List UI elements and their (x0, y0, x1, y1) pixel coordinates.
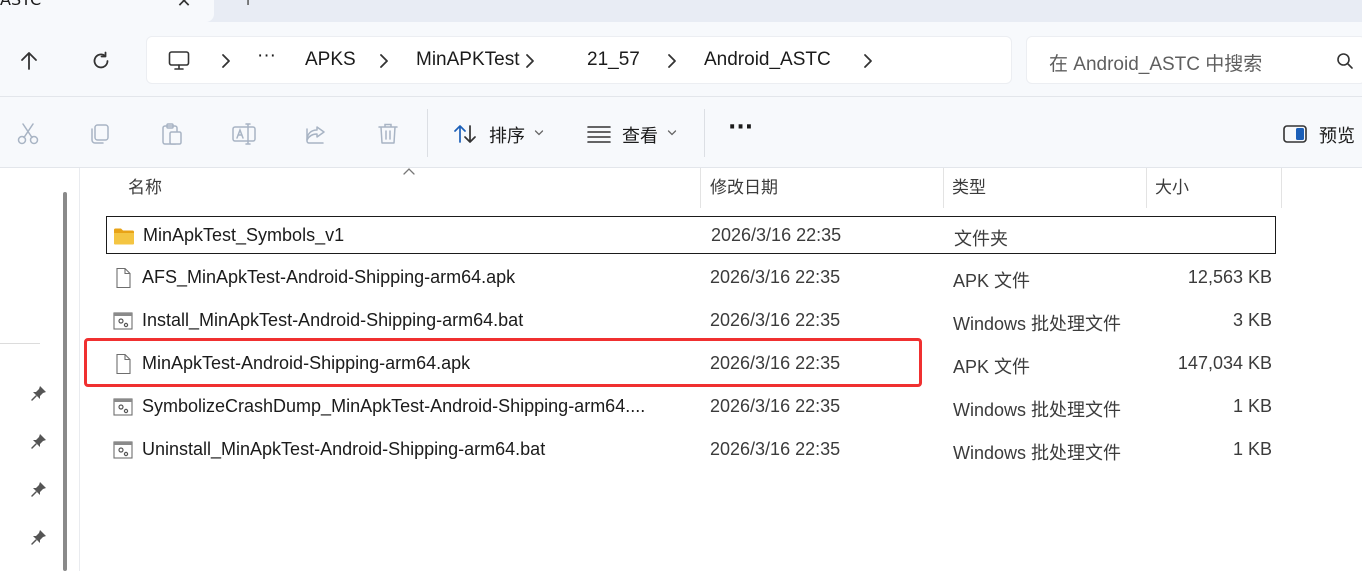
pin-icon[interactable] (30, 480, 48, 498)
command-bar: 排序 查看 ··· 预览 (0, 96, 1362, 168)
breadcrumb-item-minapktest[interactable]: MinAPKTest (416, 49, 519, 71)
file-type: APK 文件 (953, 357, 1031, 377)
sort-icon (454, 125, 476, 143)
file-name: MinApkTest_Symbols_v1 (143, 225, 345, 245)
batch-file-icon (113, 312, 133, 330)
chevron-right-icon[interactable] (219, 52, 233, 70)
refresh-icon (93, 51, 109, 69)
search-box[interactable]: 在 Android_ASTC 中搜索 (1026, 36, 1362, 84)
file-date: 2026/3/16 22:35 (710, 310, 841, 330)
pin-icon[interactable] (30, 432, 48, 450)
copy-icon[interactable] (87, 121, 113, 147)
file-icon (116, 353, 131, 375)
file-date: 2026/3/16 22:35 (710, 439, 841, 459)
sort-label: 排序 (489, 126, 525, 147)
file-type: Windows 批处理文件 (953, 443, 1122, 463)
breadcrumb-item-apks[interactable]: APKS (305, 49, 356, 71)
view-list-icon (587, 126, 611, 143)
preview-button[interactable]: 预览 (1278, 97, 1362, 169)
breadcrumb-item-android-astc[interactable]: Android_ASTC (704, 49, 831, 71)
column-header-date[interactable]: 修改日期 (702, 168, 942, 208)
file-size: 12,563 KB (1187, 267, 1272, 287)
arrow-up-icon (21, 52, 37, 70)
cut-icon[interactable] (15, 121, 41, 147)
pin-icon[interactable] (30, 384, 48, 402)
file-icon (116, 267, 131, 289)
toolbar-divider (427, 109, 428, 157)
share-icon[interactable] (303, 121, 329, 147)
file-size: 1 KB (1232, 439, 1272, 459)
rename-icon[interactable] (231, 121, 257, 147)
file-explorer-window: ASTC ✕ + ··· APKS (0, 0, 1362, 571)
chevron-down-icon (667, 130, 677, 136)
file-name: SymbolizeCrashDump_MinApkTest-Android-Sh… (142, 396, 646, 416)
tab-title: ASTC (0, 0, 41, 9)
more-options-button[interactable]: ··· (728, 115, 753, 140)
preview-pane-icon (1283, 125, 1307, 143)
file-name: Uninstall_MinApkTest-Android-Shipping-ar… (142, 439, 546, 459)
breadcrumb-item-21-57[interactable]: 21_57 (587, 49, 640, 71)
column-header-type[interactable]: 类型 (944, 168, 1144, 208)
file-row[interactable]: Install_MinApkTest-Android-Shipping-arm6… (106, 302, 1276, 340)
pin-icon[interactable] (30, 528, 48, 546)
computer-icon[interactable] (167, 49, 191, 73)
file-size: 1 KB (1232, 396, 1272, 416)
file-type: Windows 批处理文件 (953, 400, 1122, 420)
file-row[interactable]: MinApkTest-Android-Shipping-arm64.apk 20… (106, 345, 1276, 383)
file-type: APK 文件 (953, 271, 1031, 291)
chevron-right-icon[interactable] (377, 52, 391, 70)
file-size: 147,034 KB (1177, 353, 1272, 373)
file-row[interactable]: Uninstall_MinApkTest-Android-Shipping-ar… (106, 431, 1276, 469)
view-button[interactable]: 查看 (584, 97, 684, 169)
search-input[interactable]: 在 Android_ASTC 中搜索 (1049, 49, 1262, 76)
file-row[interactable]: SymbolizeCrashDump_MinApkTest-Android-Sh… (106, 388, 1276, 426)
preview-label: 预览 (1319, 126, 1355, 147)
file-date: 2026/3/16 22:35 (711, 225, 842, 245)
batch-file-icon (113, 398, 133, 416)
file-size: 3 KB (1232, 310, 1272, 330)
column-header-size[interactable]: 大小 (1147, 168, 1281, 208)
search-icon[interactable] (1335, 51, 1355, 71)
file-date: 2026/3/16 22:35 (710, 396, 841, 416)
file-name: Install_MinApkTest-Android-Shipping-arm6… (142, 310, 524, 330)
delete-icon[interactable] (375, 121, 401, 147)
file-type: 文件夹 (954, 229, 1008, 249)
batch-file-icon (113, 441, 133, 459)
column-header-name[interactable]: 名称 (120, 168, 700, 208)
file-row[interactable]: AFS_MinApkTest-Android-Shipping-arm64.ap… (106, 259, 1276, 297)
file-name: MinApkTest-Android-Shipping-arm64.apk (142, 353, 471, 373)
breadcrumb-more[interactable]: ··· (257, 45, 276, 67)
new-tab-icon[interactable]: + (236, 0, 260, 14)
file-date: 2026/3/16 22:35 (710, 267, 841, 287)
sort-button[interactable]: 排序 (448, 97, 552, 169)
chevron-right-icon[interactable] (523, 52, 537, 70)
column-separator[interactable] (700, 168, 701, 208)
chevron-right-icon[interactable] (665, 52, 679, 70)
file-date: 2026/3/16 22:35 (710, 353, 841, 373)
nav-divider (0, 343, 40, 344)
navigation-pane (0, 168, 80, 571)
paste-icon[interactable] (159, 121, 185, 147)
breadcrumb[interactable]: ··· APKS MinAPKTest 21_57 Android_ASTC (146, 36, 1012, 84)
tab-android-astc[interactable]: ASTC ✕ (0, 0, 214, 22)
file-row[interactable]: MinApkTest_Symbols_v1 2026/3/16 22:35 文件… (106, 216, 1276, 254)
chevron-down-icon (534, 130, 544, 136)
tab-strip: ASTC ✕ + (0, 0, 1362, 22)
file-type: Windows 批处理文件 (953, 314, 1122, 334)
tab-close-icon[interactable]: ✕ (172, 0, 196, 16)
file-list: 名称 修改日期 类型 大小 MinApkTest_Symbols_v1 2026… (80, 168, 1362, 571)
nav-scrollbar[interactable] (63, 192, 67, 571)
refresh-button[interactable] (86, 46, 116, 76)
toolbar-divider (704, 109, 705, 157)
chevron-right-icon[interactable] (861, 52, 875, 70)
folder-icon (114, 228, 134, 245)
up-button[interactable] (14, 46, 44, 76)
view-label: 查看 (622, 126, 658, 147)
file-name: AFS_MinApkTest-Android-Shipping-arm64.ap… (142, 267, 516, 287)
address-bar-row: ··· APKS MinAPKTest 21_57 Android_ASTC 在… (0, 22, 1362, 96)
column-separator[interactable] (1281, 168, 1282, 208)
